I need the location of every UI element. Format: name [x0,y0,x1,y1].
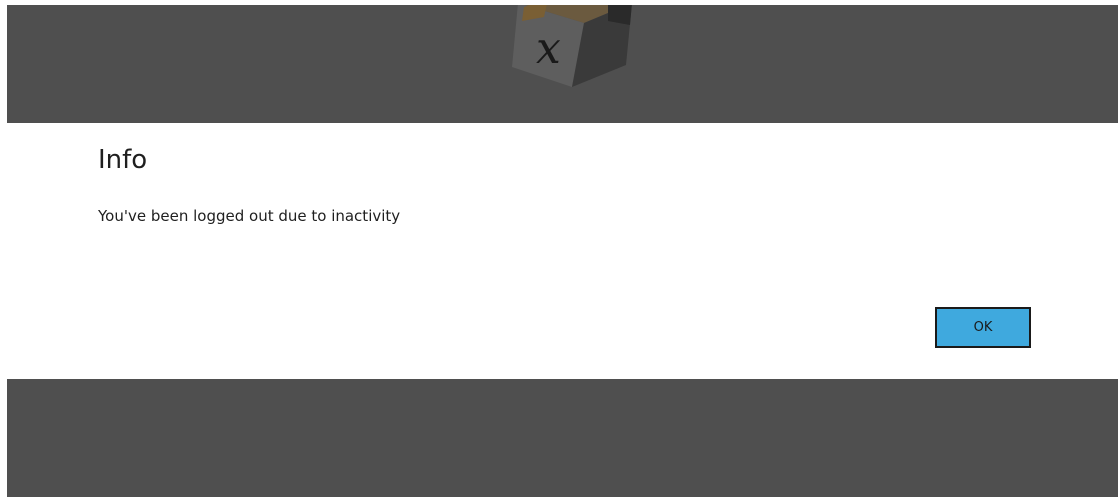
dialog-message: You've been logged out due to inactivity [98,207,401,225]
dialog-title: Info [98,145,148,175]
app-logo-cube-icon: x [504,5,644,91]
info-dialog: Info You've been logged out due to inact… [7,123,1118,379]
modal-overlay: x Info You've been logged out due to ina… [7,5,1118,497]
ok-button[interactable]: OK [935,307,1031,348]
logo-glyph: x [536,23,561,74]
